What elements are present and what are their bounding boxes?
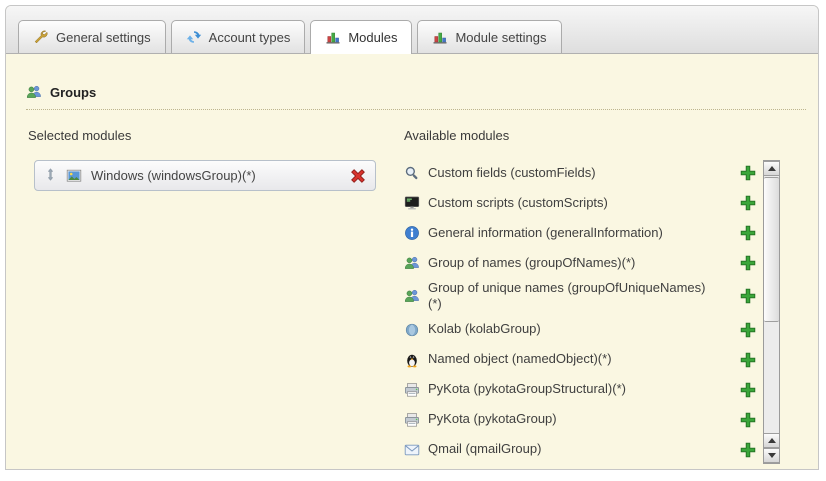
tab-bar: General settings Account types Modules Modu… xyxy=(6,6,818,54)
module-label: Windows (windowsGroup)(*) xyxy=(91,168,256,183)
arrow-down-icon xyxy=(768,453,776,458)
add-module-button[interactable] xyxy=(740,352,756,368)
selected-module-item[interactable]: Windows (windowsGroup)(*) xyxy=(34,160,376,191)
available-module-item: PyKota (pykotaGroupStructural)(*) xyxy=(404,375,756,405)
scroll-up-button[interactable] xyxy=(764,161,779,176)
add-module-button[interactable] xyxy=(740,255,756,271)
module-label: Custom fields (customFields) xyxy=(428,165,596,181)
settings-panel: General settings Account types Modules Modu… xyxy=(5,5,819,470)
magnifier-icon xyxy=(404,165,420,181)
tab-label: Module settings xyxy=(455,30,546,45)
info-icon xyxy=(404,225,420,241)
drag-icon[interactable] xyxy=(44,168,57,184)
tab-label: General settings xyxy=(56,30,151,45)
add-module-button[interactable] xyxy=(740,225,756,241)
available-module-item: Qmail (qmailGroup) xyxy=(404,435,756,465)
tab-general-settings[interactable]: General settings xyxy=(18,20,166,53)
module-label: PyKota (pykotaGroup) xyxy=(428,411,557,427)
section-title: Groups xyxy=(50,85,96,100)
selected-modules-heading: Selected modules xyxy=(28,128,131,143)
tab-account-types[interactable]: Account types xyxy=(171,20,306,53)
modules-tab-content: Groups Selected modules Windows (windows… xyxy=(6,54,818,470)
module-label: Group of names (groupOfNames)(*) xyxy=(428,255,635,271)
available-module-item: Group of unique names (groupOfUniqueName… xyxy=(404,278,756,315)
tab-label: Modules xyxy=(348,30,397,45)
refresh-icon xyxy=(186,29,202,45)
scrollbar[interactable] xyxy=(763,160,780,464)
available-module-item: Group of names (groupOfNames)(*) xyxy=(404,248,756,278)
module-label: General information (generalInformation) xyxy=(428,225,663,241)
available-modules-list: Custom fields (customFields) Custom scrip… xyxy=(404,158,756,466)
group-icon xyxy=(404,255,420,271)
available-module-item: Named object (namedObject)(*) xyxy=(404,345,756,375)
add-module-button[interactable] xyxy=(740,442,756,458)
add-module-button[interactable] xyxy=(740,195,756,211)
chart-icon xyxy=(325,29,341,45)
available-module-item: General information (generalInformation) xyxy=(404,218,756,248)
scroll-down-button[interactable] xyxy=(764,448,779,463)
arrow-up-icon xyxy=(768,438,776,443)
add-module-button[interactable] xyxy=(740,412,756,428)
terminal-icon xyxy=(404,195,420,211)
available-module-item: Custom fields (customFields) xyxy=(404,158,756,188)
scroll-thumb[interactable] xyxy=(764,177,779,322)
selected-modules-list: Windows (windowsGroup)(*) xyxy=(34,160,376,191)
module-label: Kolab (kolabGroup) xyxy=(428,321,541,337)
add-module-button[interactable] xyxy=(740,165,756,181)
wrench-icon xyxy=(33,29,49,45)
available-module-item: Kolab (kolabGroup) xyxy=(404,315,756,345)
mail-icon xyxy=(404,442,420,458)
windows-module-icon xyxy=(66,168,82,184)
tab-module-settings[interactable]: Module settings xyxy=(417,20,561,53)
penguin-icon xyxy=(404,352,420,368)
add-module-button[interactable] xyxy=(740,322,756,338)
module-label: Named object (namedObject)(*) xyxy=(428,351,612,367)
arrow-up-icon xyxy=(768,166,776,171)
add-module-button[interactable] xyxy=(740,382,756,398)
available-module-item: Custom scripts (customScripts) xyxy=(404,188,756,218)
groups-section-header: Groups xyxy=(26,84,806,110)
add-module-button[interactable] xyxy=(740,288,756,304)
group-icon xyxy=(404,288,420,304)
tab-label: Account types xyxy=(209,30,291,45)
tab-modules[interactable]: Modules xyxy=(310,20,412,54)
module-label: PyKota (pykotaGroupStructural)(*) xyxy=(428,381,626,397)
scroll-up-button-bottom[interactable] xyxy=(764,433,779,448)
module-label: Qmail (qmailGroup) xyxy=(428,441,541,457)
available-module-item: PyKota (pykotaGroup) xyxy=(404,405,756,435)
kolab-icon xyxy=(404,322,420,338)
remove-module-button[interactable] xyxy=(350,168,366,184)
available-modules-heading: Available modules xyxy=(404,128,509,143)
module-label: Custom scripts (customScripts) xyxy=(428,195,608,211)
chart-icon xyxy=(432,29,448,45)
printer-icon xyxy=(404,382,420,398)
scroll-track[interactable] xyxy=(764,323,779,433)
printer-icon xyxy=(404,412,420,428)
module-label: Group of unique names (groupOfUniqueName… xyxy=(428,280,706,313)
group-icon xyxy=(26,84,42,100)
